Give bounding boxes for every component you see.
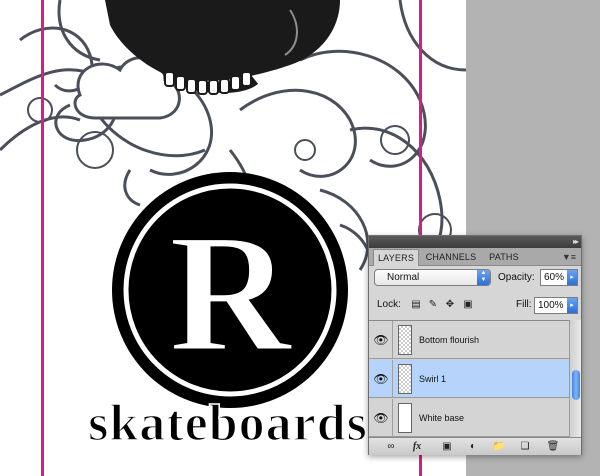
logo-word: skateboards: [88, 395, 368, 452]
add-mask-icon[interactable]: ▣: [439, 440, 455, 454]
delete-layer-icon[interactable]: 🗑: [545, 440, 561, 454]
visibility-eye-icon[interactable]: 👁: [373, 411, 389, 425]
panel-titlebar[interactable]: ▸▸: [369, 236, 581, 248]
layer-row-swirl-1[interactable]: 👁 Swirl 1: [369, 360, 569, 398]
blend-mode-value: Normal: [387, 272, 420, 283]
visibility-eye-icon[interactable]: 👁: [373, 333, 389, 347]
logo-letter: R: [169, 199, 294, 387]
tab-layers[interactable]: LAYERS: [373, 249, 419, 266]
fill-value: 100%: [538, 300, 564, 311]
layer-thumbnail: [398, 325, 412, 355]
opacity-value: 60%: [544, 272, 565, 283]
opacity-dropdown-icon[interactable]: ▸: [567, 270, 577, 285]
tab-paths[interactable]: PATHS: [483, 249, 525, 266]
link-layers-icon[interactable]: ∞: [383, 440, 399, 454]
fill-label: Fill:: [516, 299, 532, 310]
lock-label: Lock:: [377, 299, 401, 310]
new-group-icon[interactable]: 📁: [491, 440, 507, 454]
lock-paint-icon[interactable]: ✎: [427, 299, 439, 311]
opacity-label: Opacity:: [498, 272, 535, 283]
scroll-thumb[interactable]: [572, 370, 580, 400]
photoshop-window: R skateboards ▸▸ LAYERS CHANNELS PATHS ▼…: [0, 0, 600, 476]
eye-separator: [392, 321, 393, 359]
panel-tabs: LAYERS CHANNELS PATHS ▼≡: [369, 248, 581, 266]
eye-separator: [392, 360, 393, 398]
new-layer-icon[interactable]: ❏: [517, 440, 533, 454]
layer-name[interactable]: White base: [419, 411, 464, 425]
lock-row: Lock: ▤ ✎ ✥ ▣ Fill: 100% ▸: [374, 297, 578, 315]
double-chevron-right-icon[interactable]: ▸▸: [573, 236, 579, 248]
lock-all-icon[interactable]: ▣: [462, 299, 474, 311]
panel-menu-icon[interactable]: ▼≡: [562, 252, 576, 262]
layers-panel: ▸▸ LAYERS CHANNELS PATHS ▼≡ Normal ▲ ▼ Op…: [368, 235, 582, 455]
layer-list: 👁 Bottom flourish 👁 Swirl 1 👁 White base: [369, 320, 569, 437]
logo-badge: R: [112, 172, 348, 408]
layer-name[interactable]: Swirl 1: [419, 372, 446, 386]
fill-dropdown-icon[interactable]: ▸: [567, 298, 577, 313]
lock-transparent-icon[interactable]: ▤: [410, 299, 422, 311]
layers-scrollbar[interactable]: [569, 320, 581, 437]
opacity-field[interactable]: 60% ▸: [540, 269, 578, 286]
lock-move-icon[interactable]: ✥: [444, 299, 456, 311]
eye-separator: [392, 399, 393, 437]
select-arrows-icon: ▲ ▼: [477, 270, 490, 285]
layer-style-icon[interactable]: fx: [409, 440, 425, 454]
layer-name[interactable]: Bottom flourish: [419, 333, 479, 347]
blend-row: Normal ▲ ▼ Opacity: 60% ▸: [374, 269, 578, 287]
tab-channels[interactable]: CHANNELS: [421, 249, 481, 266]
layer-thumbnail: [398, 403, 412, 433]
visibility-eye-icon[interactable]: 👁: [373, 372, 389, 386]
blend-mode-select[interactable]: Normal ▲ ▼: [374, 269, 491, 286]
panel-bottom-toolbar: ∞ fx ▣ ◐ 📁 ❏ 🗑: [369, 437, 581, 455]
layer-thumbnail: [398, 364, 412, 394]
fill-field[interactable]: 100% ▸: [534, 297, 578, 314]
layer-row-white-base[interactable]: 👁 White base: [369, 399, 569, 437]
adjustment-layer-icon[interactable]: ◐: [465, 440, 481, 454]
layer-row-bottom-flourish[interactable]: 👁 Bottom flourish: [369, 321, 569, 359]
guide-line-left[interactable]: [41, 0, 44, 476]
